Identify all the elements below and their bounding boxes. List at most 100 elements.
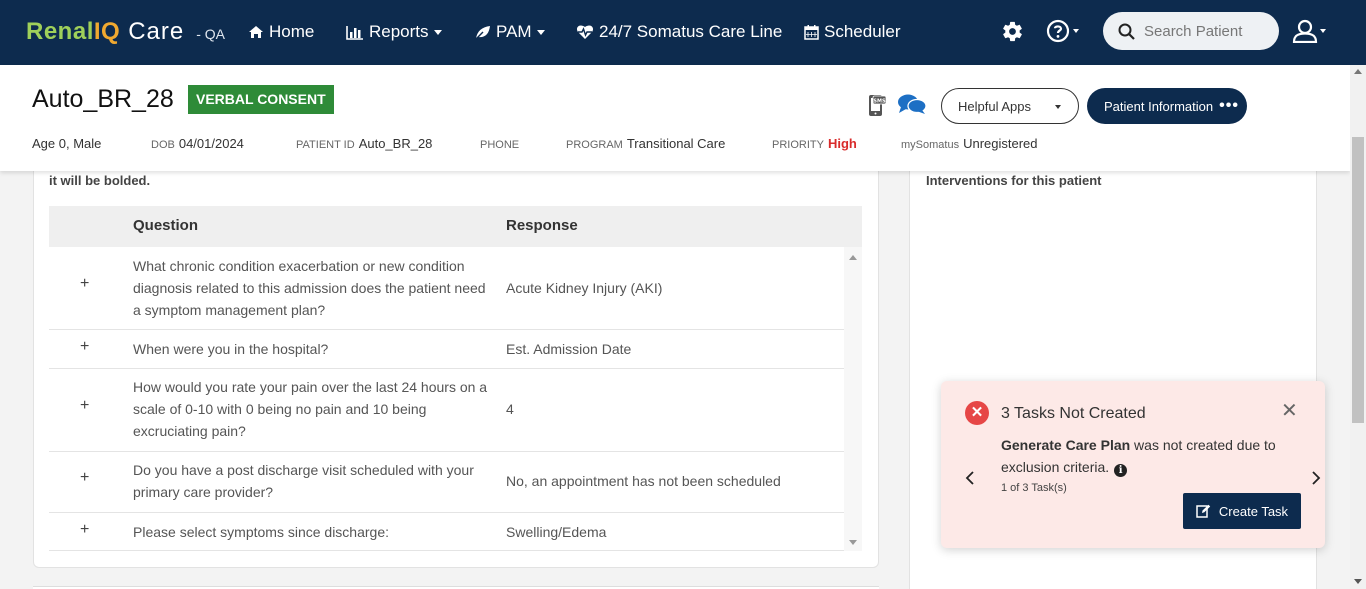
question-circle-icon [1046,19,1070,43]
leaf-icon [474,25,490,40]
table-row: + What chronic condition exacerbation or… [49,247,844,330]
gear-icon[interactable] [1001,20,1024,43]
patient-id: PATIENT ID Auto_BR_28 [296,136,432,151]
more-dots-icon: ••• [1219,97,1239,114]
nav-scheduler[interactable]: Scheduler [804,22,901,42]
response-text: Acute Kidney Injury (AKI) [506,280,663,296]
age-sex-value: Age 0, Male [32,136,102,151]
chevron-down-icon [433,29,442,35]
nav-care-line[interactable]: 24/7 Somatus Care Line [576,22,782,42]
user-icon [1292,19,1318,43]
previous-arrow-icon[interactable] [965,469,975,490]
table-header: Question Response [49,206,862,247]
nav-pam-label: PAM [496,22,532,41]
user-menu[interactable] [1292,19,1326,43]
question-text: Do you have a post discharge visit sched… [133,462,474,500]
mysomatus-label: mySomatus [901,139,960,151]
patient-age-sex: Age 0, Male [32,136,101,151]
nav-reports[interactable]: Reports [346,22,442,42]
expand-plus-icon[interactable]: + [80,521,89,539]
expand-plus-icon[interactable]: + [80,338,89,356]
tasks-not-created-toast: ✕ 3 Tasks Not Created ✕ Generate Care Pl… [941,381,1325,548]
patient-information-button[interactable]: Patient Information ••• [1087,88,1247,124]
home-icon [249,26,263,38]
create-task-button[interactable]: Create Task [1183,493,1301,529]
nav-home[interactable]: Home [248,22,314,42]
next-arrow-icon[interactable] [1311,469,1321,490]
patient-program: PROGRAM Transitional Care [566,136,725,151]
heartbeat-icon [576,25,594,39]
patient-priority: PRIORITY High [772,136,857,151]
dob-value: 04/01/2024 [178,136,244,151]
scroll-up-arrow-icon[interactable] [849,255,857,260]
helpful-apps-label: Helpful Apps [958,98,1031,114]
chat-bubbles-icon[interactable] [897,93,927,115]
patient-id-label: PATIENT ID [296,139,355,151]
help-menu[interactable] [1046,19,1079,43]
nav-scheduler-label: Scheduler [824,22,901,41]
chevron-down-icon [1073,29,1079,33]
patient-information-label: Patient Information [1104,98,1214,114]
brand-renal: Renal [26,18,94,45]
question-text: How would you rate your pain over the la… [133,379,488,439]
dob-label: DOB [151,139,175,151]
search-patient-box[interactable] [1103,12,1279,50]
patient-id-value: Auto_BR_28 [358,136,433,151]
sms-phone-icon[interactable]: SMS [868,94,888,117]
priority-label: PRIORITY [772,139,824,151]
question-text: What chronic condition exacerbation or n… [133,258,486,318]
expand-plus-icon[interactable]: + [80,397,89,415]
scroll-up-arrow-icon[interactable] [1354,69,1362,74]
search-icon [1118,23,1135,40]
phone-label: PHONE [480,139,520,151]
search-patient-input[interactable] [1144,22,1274,40]
table-scrollbar[interactable] [844,247,862,551]
nav-reports-label: Reports [369,22,429,41]
expand-plus-icon[interactable]: + [80,275,89,293]
patient-name: Auto_BR_28 [32,85,174,113]
brand-iq: IQ [93,18,121,45]
table-row: + Please select symptoms since discharge… [49,513,844,551]
response-text: Est. Admission Date [506,341,632,357]
response-text: 4 [506,401,514,417]
brand-logo[interactable]: Renal IQ Care - QA [26,18,225,46]
svg-text:SMS: SMS [873,98,886,104]
task-name: Generate Care Plan [1001,437,1131,453]
priority-value: High [827,136,857,151]
scrollbar-thumb[interactable] [1352,137,1364,423]
edit-icon [1196,504,1211,518]
table-row: + Do you have a post discharge visit sch… [49,452,844,513]
assessment-note: it will be bolded. [49,173,151,188]
patient-phone: PHONE [480,136,523,151]
page-scrollbar[interactable] [1350,65,1366,589]
helpful-apps-dropdown[interactable]: Helpful Apps [941,88,1079,124]
chevron-down-icon [536,29,545,35]
response-text: Swelling/Edema [506,524,607,540]
environment-label: - QA [196,26,226,42]
scroll-down-arrow-icon[interactable] [1354,579,1362,584]
consent-badge: VERBAL CONSENT [188,85,334,114]
top-navbar: Renal IQ Care - QA Home Reports PAM 24/7… [0,0,1366,65]
scroll-down-arrow-icon[interactable] [849,540,857,545]
expand-plus-icon[interactable]: + [80,469,89,487]
assessment-table: Question Response + What chronic conditi… [49,206,862,551]
info-icon[interactable]: i [1114,464,1128,477]
program-label: PROGRAM [566,139,623,151]
patient-dob: DOB 04/01/2024 [151,136,244,151]
table-row: + When were you in the hospital? Est. Ad… [49,330,844,369]
mysomatus-value: Unregistered [963,136,1038,151]
nav-care-line-label: 24/7 Somatus Care Line [599,22,783,41]
nav-home-label: Home [269,22,315,41]
error-icon: ✕ [965,401,989,425]
question-text: When were you in the hospital? [133,341,329,357]
calendar-icon [804,25,819,40]
table-row: + How would you rate your pain over the … [49,369,844,452]
column-header-question: Question [133,217,199,234]
program-value: Transitional Care [626,136,726,151]
task-counter: 1 of 3 Task(s) [1001,482,1067,494]
question-text: Please select symptoms since discharge: [133,524,389,540]
nav-pam[interactable]: PAM [474,22,545,42]
brand-care: Care [128,18,185,45]
patient-mysomatus: mySomatus Unregistered [901,136,1038,151]
close-icon[interactable]: ✕ [1281,401,1298,421]
